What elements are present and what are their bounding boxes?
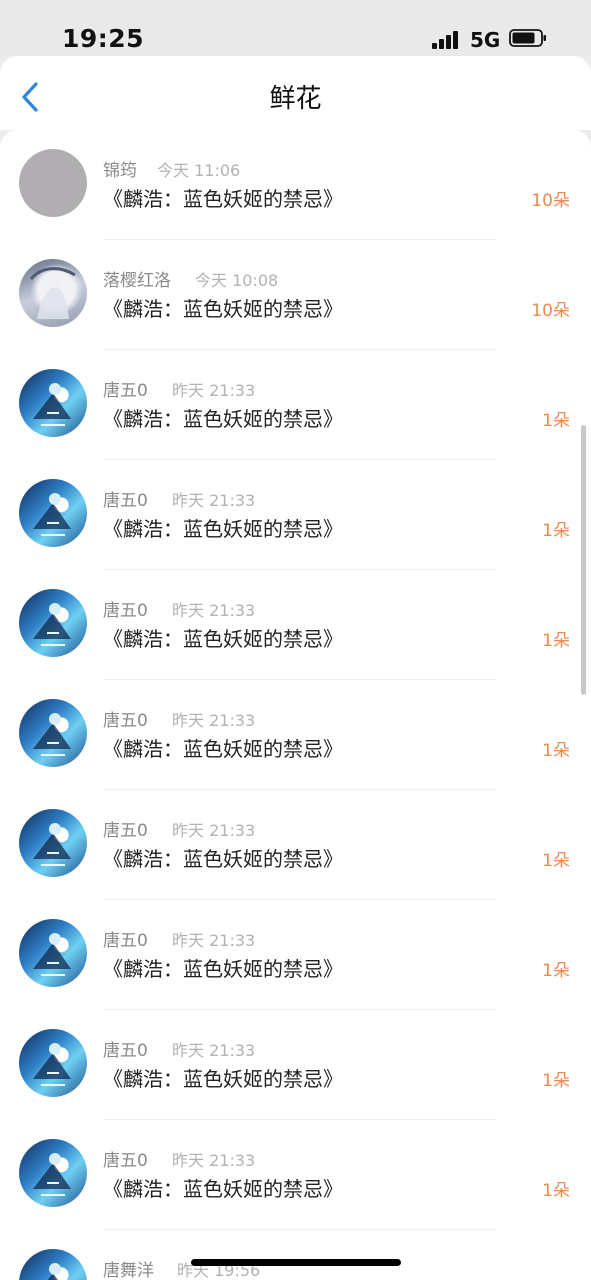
page-title: 鲜花	[269, 84, 322, 114]
avatar-figure	[29, 267, 76, 319]
list-item[interactable]: 唐五0 昨天 21:33 《麟浩：蓝色妖姬的禁忌》 1朵	[0, 570, 591, 680]
entry-time: 昨天 21:33	[172, 601, 256, 620]
avatar[interactable]	[19, 1029, 87, 1097]
avatar-figure	[47, 1263, 61, 1280]
list-item[interactable]: 唐五0 昨天 21:33 《麟浩：蓝色妖姬的禁忌》 1朵	[0, 1120, 591, 1230]
status-time: 19:25	[62, 24, 145, 53]
list-item[interactable]: 锦筠 今天 11:06 《麟浩：蓝色妖姬的禁忌》 10朵	[0, 130, 591, 240]
avatar-figure	[33, 493, 71, 536]
avatar-figure	[33, 1043, 71, 1086]
list-item[interactable]: 唐五0 昨天 21:33 《麟浩：蓝色妖姬的禁忌》 1朵	[0, 900, 591, 1010]
list-item[interactable]: 唐五0 昨天 21:33 《麟浩：蓝色妖姬的禁忌》 1朵	[0, 1010, 591, 1120]
book-title: 《麟浩：蓝色妖姬的禁忌》	[103, 1067, 343, 1091]
user-name[interactable]: 唐五0	[103, 706, 148, 731]
book-title: 《麟浩：蓝色妖姬的禁忌》	[103, 297, 343, 321]
flower-count: 1朵	[542, 741, 570, 761]
status-bar: 19:25 5G	[0, 0, 591, 56]
list-item[interactable]: 唐五0 昨天 21:33 《麟浩：蓝色妖姬的禁忌》 1朵	[0, 680, 591, 790]
entry-time: 今天 11:06	[157, 161, 241, 180]
book-title: 《麟浩：蓝色妖姬的禁忌》	[103, 187, 343, 211]
avatar-figure	[33, 603, 71, 646]
home-indicator[interactable]	[191, 1259, 401, 1266]
entry-time: 今天 10:08	[195, 271, 279, 290]
entry-time: 昨天 21:33	[172, 381, 256, 400]
battery-icon	[509, 29, 546, 47]
user-name[interactable]: 唐五0	[103, 816, 148, 841]
avatar-figure	[33, 713, 71, 756]
avatar[interactable]	[19, 149, 87, 217]
user-name[interactable]: 锦筠	[103, 156, 137, 181]
book-title: 《麟浩：蓝色妖姬的禁忌》	[103, 737, 343, 761]
avatar-figure	[33, 383, 71, 426]
flower-count: 1朵	[542, 851, 570, 871]
entry-time: 昨天 21:33	[172, 1151, 256, 1170]
flower-count: 1朵	[542, 1181, 570, 1201]
user-name[interactable]: 唐舞洋	[103, 1256, 154, 1280]
book-title: 《麟浩：蓝色妖姬的禁忌》	[103, 407, 343, 431]
list-item[interactable]: 落樱红洛 今天 10:08 《麟浩：蓝色妖姬的禁忌》 10朵	[0, 240, 591, 350]
signal-icon	[432, 29, 462, 49]
user-name[interactable]: 唐五0	[103, 1146, 148, 1171]
flower-gift-list[interactable]: 锦筠 今天 11:06 《麟浩：蓝色妖姬的禁忌》 10朵 落樱红洛 今天 10:…	[0, 130, 591, 1280]
avatar-figure	[33, 823, 71, 866]
user-name[interactable]: 唐五0	[103, 376, 148, 401]
book-title: 《麟浩：蓝色妖姬的禁忌》	[103, 627, 343, 651]
network-label: 5G	[470, 28, 501, 52]
flower-count: 1朵	[542, 961, 570, 981]
flower-count: 1朵	[542, 521, 570, 541]
avatar[interactable]	[19, 809, 87, 877]
flower-count: 1朵	[542, 1071, 570, 1091]
avatar[interactable]	[19, 589, 87, 657]
flower-count: 10朵	[531, 191, 570, 211]
scrollbar[interactable]	[581, 425, 586, 695]
entry-time: 昨天 21:33	[172, 491, 256, 510]
avatar[interactable]	[19, 699, 87, 767]
list-item[interactable]: 唐五0 昨天 21:33 《麟浩：蓝色妖姬的禁忌》 1朵	[0, 460, 591, 570]
user-name[interactable]: 唐五0	[103, 1036, 148, 1061]
list-item[interactable]: 唐五0 昨天 21:33 《麟浩：蓝色妖姬的禁忌》 1朵	[0, 790, 591, 900]
avatar-figure	[33, 933, 71, 976]
avatar[interactable]	[19, 1249, 87, 1280]
avatar[interactable]	[19, 479, 87, 547]
entry-time: 昨天 21:33	[172, 711, 256, 730]
nav-bar: 鲜花	[0, 56, 591, 130]
book-title: 《麟浩：蓝色妖姬的禁忌》	[103, 517, 343, 541]
flower-count: 1朵	[542, 631, 570, 651]
user-name[interactable]: 唐五0	[103, 486, 148, 511]
entry-time: 昨天 21:33	[172, 931, 256, 950]
book-title: 《麟浩：蓝色妖姬的禁忌》	[103, 957, 343, 981]
entry-time: 昨天 21:33	[172, 1041, 256, 1060]
avatar[interactable]	[19, 1139, 87, 1207]
avatar-figure	[33, 1153, 71, 1196]
book-title: 《麟浩：蓝色妖姬的禁忌》	[103, 847, 343, 871]
book-title: 《麟浩：蓝色妖姬的禁忌》	[103, 1177, 343, 1201]
user-name[interactable]: 唐五0	[103, 596, 148, 621]
user-name[interactable]: 落樱红洛	[103, 266, 171, 291]
flower-count: 1朵	[542, 411, 570, 431]
flower-count: 10朵	[531, 301, 570, 321]
entry-time: 昨天 21:33	[172, 821, 256, 840]
list-item[interactable]: 唐五0 昨天 21:33 《麟浩：蓝色妖姬的禁忌》 1朵	[0, 350, 591, 460]
avatar[interactable]	[19, 369, 87, 437]
user-name[interactable]: 唐五0	[103, 926, 148, 951]
list-item[interactable]: 唐舞洋 昨天 19:56	[0, 1230, 591, 1280]
avatar[interactable]	[19, 919, 87, 987]
avatar[interactable]	[19, 259, 87, 327]
